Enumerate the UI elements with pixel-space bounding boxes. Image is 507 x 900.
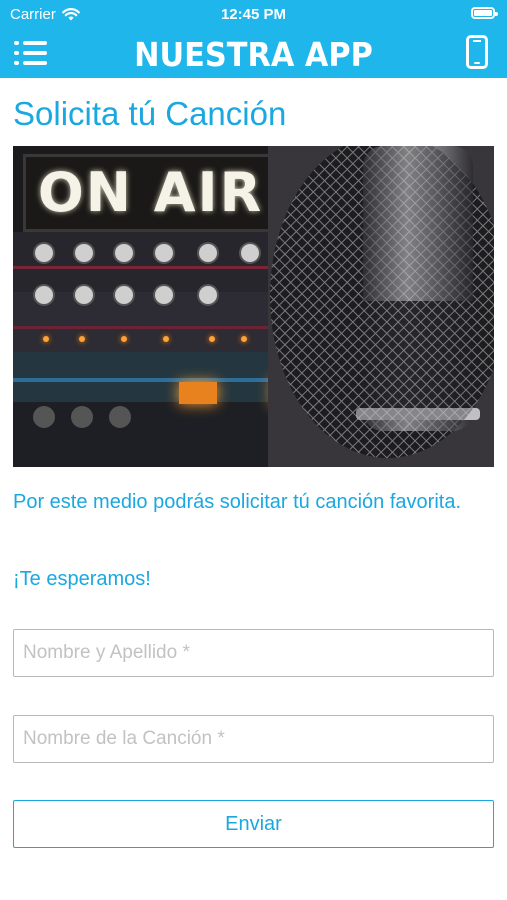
- name-input[interactable]: [13, 629, 494, 677]
- hero-image: ON AIR: [13, 146, 494, 467]
- submit-button[interactable]: Enviar: [13, 800, 494, 848]
- phone-icon[interactable]: [466, 35, 488, 69]
- page-title: Solicita tú Canción: [13, 95, 287, 132]
- on-air-sign: ON AIR: [23, 154, 278, 232]
- battery-icon: [471, 7, 498, 19]
- status-time: 12:45 PM: [220, 6, 287, 23]
- intro-text: Por este medio podrás solicitar tú canci…: [13, 491, 461, 513]
- app-title: NUESTRA APP: [134, 35, 373, 74]
- status-bar: Carrier 12:45 PM: [0, 0, 507, 28]
- nav-bar: NUESTRA APP: [0, 28, 507, 78]
- welcome-text: ¡Te esperamos!: [13, 568, 151, 590]
- microphone-graphic: [268, 146, 494, 467]
- song-input[interactable]: [13, 715, 494, 763]
